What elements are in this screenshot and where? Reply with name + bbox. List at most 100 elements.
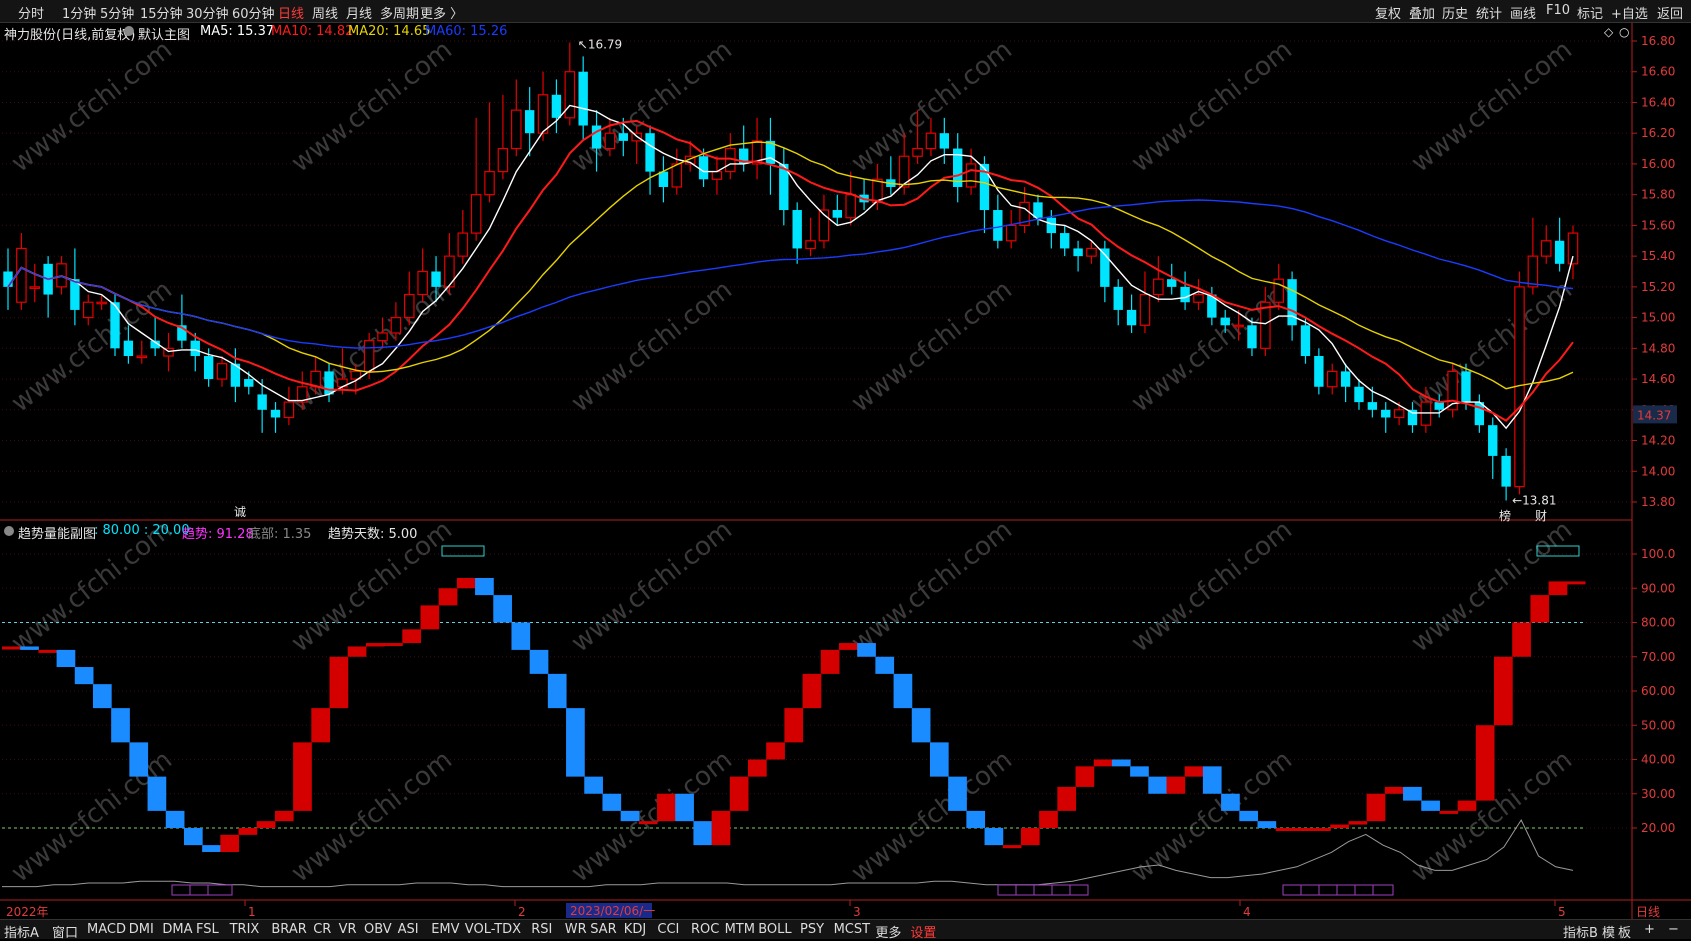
indicator-tab-12[interactable]: EMV bbox=[431, 922, 459, 937]
period-tab-0[interactable]: 分时 bbox=[18, 3, 44, 22]
price-label-5: 15.80 bbox=[1641, 188, 1675, 202]
indicator-params: : 80.00 : 20.00 bbox=[94, 523, 190, 538]
indicator-marker-bottom-2 bbox=[1282, 884, 1394, 896]
candle-body-32 bbox=[431, 271, 441, 287]
indicator-tab-10[interactable]: OBV bbox=[364, 922, 392, 937]
indicator-block-63 bbox=[1148, 776, 1168, 794]
indicator-tab-22[interactable]: PSY bbox=[800, 922, 824, 937]
indicator-block-8 bbox=[147, 776, 167, 811]
indicator-tab-24[interactable]: 更多 bbox=[875, 922, 901, 941]
candle-body-103 bbox=[1381, 409, 1391, 418]
period-tab-7[interactable]: 周线 bbox=[312, 3, 338, 22]
candle-body-81 bbox=[1086, 247, 1097, 257]
indicator-block-79 bbox=[1439, 810, 1459, 814]
candle-body-112 bbox=[1501, 455, 1511, 487]
indicator-toggle-icon[interactable] bbox=[4, 526, 14, 536]
indicator-tab-2[interactable]: MACD bbox=[87, 922, 126, 937]
indicator-block-45 bbox=[820, 649, 840, 674]
indicator-block-28 bbox=[511, 622, 531, 650]
indicator-tab-1[interactable]: 窗口 bbox=[52, 922, 78, 941]
period-tab-9[interactable]: 多周期 bbox=[380, 3, 419, 22]
indicator-block-15 bbox=[274, 810, 294, 822]
indicator-block-55 bbox=[1002, 845, 1022, 849]
period-tab-2[interactable]: 5分钟 bbox=[100, 3, 134, 22]
period-tab-4[interactable]: 30分钟 bbox=[186, 3, 229, 22]
indicator-block-33 bbox=[602, 793, 622, 811]
price-label-13: 14.20 bbox=[1641, 434, 1675, 448]
candle-body-102 bbox=[1367, 402, 1378, 410]
period-tab-8[interactable]: 月线 bbox=[346, 3, 372, 22]
indicator-tab-8[interactable]: CR bbox=[313, 922, 331, 937]
indicator-block-31 bbox=[566, 708, 585, 777]
indicator-tab-14[interactable]: RSI bbox=[531, 922, 552, 937]
indicator-tab-5[interactable]: FSL bbox=[196, 922, 219, 937]
indicator-trend: 趋势: 91.28 bbox=[182, 527, 254, 542]
indicator-name[interactable]: 趋势量能副图 bbox=[18, 523, 96, 542]
indicator-tab-13[interactable]: VOL-TDX bbox=[465, 922, 521, 937]
toolbar-button-4[interactable]: 画线 bbox=[1510, 3, 1536, 22]
toolbar-button-5[interactable]: F10 bbox=[1546, 3, 1570, 18]
period-tab-10[interactable]: 更多 〉 bbox=[420, 3, 463, 22]
toolbar-button-8[interactable]: 返回 bbox=[1657, 3, 1683, 22]
indicator-block-52 bbox=[948, 776, 967, 811]
period-tab-6[interactable]: 日线 bbox=[278, 3, 304, 22]
indicator-block-17 bbox=[311, 708, 331, 743]
period-tab-5[interactable]: 60分钟 bbox=[232, 3, 275, 22]
indicator-tab-23[interactable]: MCST bbox=[834, 922, 871, 937]
indicator-tab-18[interactable]: CCI bbox=[657, 922, 679, 937]
watermark-2: www.cfchi.com bbox=[566, 275, 738, 419]
candle-body-15 bbox=[203, 356, 214, 380]
candle-body-78 bbox=[1046, 217, 1057, 234]
candle-body-88 bbox=[1180, 286, 1190, 303]
bottom-right-button-4[interactable]: − bbox=[1668, 922, 1679, 937]
toolbar-button-1[interactable]: 叠加 bbox=[1409, 3, 1435, 22]
price-label-14: 14.00 bbox=[1641, 464, 1675, 478]
toolbar-button-2[interactable]: 历史 bbox=[1442, 3, 1468, 22]
indicator-tab-19[interactable]: ROC bbox=[691, 922, 719, 937]
period-tab-3[interactable]: 15分钟 bbox=[140, 3, 183, 22]
indicator-block-4 bbox=[74, 667, 94, 685]
indicator-tab-17[interactable]: KDJ bbox=[624, 922, 646, 937]
indicator-block-1 bbox=[20, 646, 39, 650]
price-label-11: 14.60 bbox=[1641, 372, 1675, 386]
indicator-label-2: 80.00 bbox=[1641, 616, 1675, 630]
indicator-tab-9[interactable]: VR bbox=[339, 922, 357, 937]
indicator-block-35 bbox=[638, 821, 658, 825]
indicator-tab-15[interactable]: WR bbox=[565, 922, 587, 937]
indicator-tab-11[interactable]: ASI bbox=[398, 922, 419, 937]
bottom-right-button-1[interactable]: 模 bbox=[1602, 922, 1615, 941]
indicator-tab-21[interactable]: BOLL bbox=[758, 922, 791, 937]
bottom-right-button-3[interactable]: + bbox=[1644, 922, 1655, 937]
toolbar-button-7[interactable]: +自选 bbox=[1611, 3, 1648, 22]
indicator-block-6 bbox=[111, 708, 130, 743]
indicator-tab-16[interactable]: SAR bbox=[590, 922, 616, 937]
price-label-3: 16.20 bbox=[1641, 126, 1675, 140]
watermark-3: www.cfchi.com bbox=[846, 275, 1018, 419]
indicator-block-18 bbox=[329, 656, 349, 709]
indicator-tab-0[interactable]: 指标A bbox=[4, 922, 39, 941]
candle-body-114 bbox=[1527, 255, 1539, 288]
indicator-block-73 bbox=[1330, 824, 1349, 828]
indicator-block-61 bbox=[1111, 759, 1131, 767]
candle-body-111 bbox=[1488, 425, 1498, 456]
indicator-block-62 bbox=[1130, 766, 1149, 777]
indicator-block-21 bbox=[384, 643, 403, 647]
toolbar-button-0[interactable]: 复权 bbox=[1375, 3, 1401, 22]
toolbar-button-3[interactable]: 统计 bbox=[1476, 3, 1502, 22]
indicator-tab-6[interactable]: TRIX bbox=[230, 922, 260, 937]
circle-icon: ○ bbox=[1619, 25, 1629, 39]
toolbar-button-6[interactable]: 标记 bbox=[1577, 3, 1603, 22]
indicator-tab-25[interactable]: 设置 bbox=[910, 922, 936, 941]
indicator-tab-20[interactable]: MTM bbox=[725, 922, 755, 937]
bottom-right-button-2[interactable]: 板 bbox=[1618, 922, 1631, 941]
candle-body-72 bbox=[965, 163, 977, 188]
bottom-right-button-0[interactable]: 指标B bbox=[1563, 922, 1598, 941]
event-tag-bang: 榜 bbox=[1499, 508, 1511, 523]
period-tab-1[interactable]: 1分钟 bbox=[62, 3, 96, 22]
indicator-block-53 bbox=[966, 810, 986, 828]
indicator-tab-7[interactable]: BRAR bbox=[271, 922, 306, 937]
chart-area[interactable]: www.cfchi.com www.cfchi.com www.cfchi.com w… bbox=[0, 23, 1691, 919]
indicator-tab-4[interactable]: DMA bbox=[162, 922, 192, 937]
indicator-tab-3[interactable]: DMI bbox=[129, 922, 154, 937]
candle-body-28 bbox=[377, 332, 388, 342]
